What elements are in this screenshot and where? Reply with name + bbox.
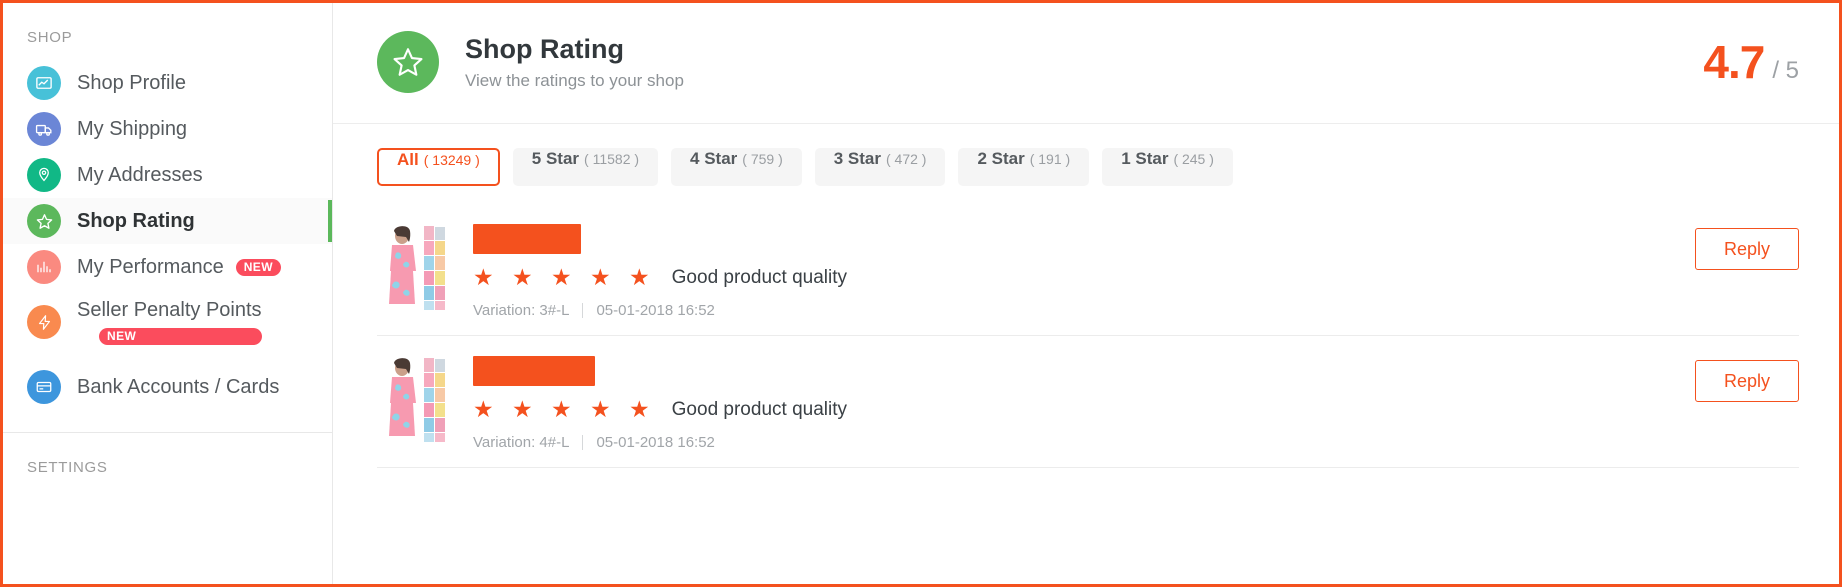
product-thumbnail[interactable] [377,354,451,442]
sidebar-item-seller-penalty-points[interactable]: Seller Penalty Points NEW [3,290,332,354]
sidebar-item-my-shipping[interactable]: My Shipping [3,106,332,152]
page-header: Shop Rating View the ratings to your sho… [333,3,1839,124]
sidebar-item-shop-profile[interactable]: Shop Profile [3,60,332,106]
filter-tab-4-star[interactable]: 4 Star ( 759 ) [671,148,802,186]
lightning-icon [27,305,61,339]
score-max: / 5 [1772,57,1799,84]
rating-filter-tabs: All ( 13249 ) 5 Star ( 11582 ) 4 Star ( … [333,124,1839,204]
review-variation: Variation: 4#-L [473,434,570,451]
review-body: ★ ★ ★ ★ ★ Good product quality Variation… [473,222,1671,319]
sidebar-item-label: Shop Profile [77,71,186,94]
credit-card-icon [27,370,61,404]
filter-tab-count: ( 472 ) [886,151,927,167]
star-rating-icons: ★ ★ ★ ★ ★ [473,264,656,290]
sidebar-item-my-performance[interactable]: My Performance NEW [3,244,332,290]
star-outline-icon [377,31,439,93]
filter-tab-label: 5 Star [531,149,580,168]
sidebar-item-bank-accounts-cards[interactable]: Bank Accounts / Cards [3,364,332,410]
sidebar-section-settings-label: SETTINGS [27,459,108,476]
filter-tab-label: 1 Star [1121,149,1169,168]
review-timestamp: 05-01-2018 16:52 [596,434,715,451]
review-meta: Variation: 4#-L 05-01-2018 16:52 [473,434,1671,451]
sidebar-item-label: Shop Rating [77,209,195,232]
filter-tab-count: ( 11582 ) [584,151,640,167]
review-row: ★ ★ ★ ★ ★ Good product quality Variation… [377,336,1799,468]
mail-chart-icon [27,66,61,100]
sidebar-item-label: My Addresses [77,163,203,186]
filter-tab-count: ( 191 ) [1029,151,1071,167]
page-title: Shop Rating [465,33,624,64]
truck-icon [27,112,61,146]
filter-tab-label: 3 Star [833,149,881,168]
filter-tab-count: ( 245 ) [1173,151,1214,167]
filter-tab-5-star[interactable]: 5 Star ( 11582 ) [512,148,659,186]
main-content: Shop Rating View the ratings to your sho… [333,3,1839,584]
review-comment: Good product quality [671,398,847,420]
sidebar-item-label: Seller Penalty Points [77,299,262,321]
sidebar-item-label: My Shipping [77,117,188,140]
meta-separator [582,303,584,318]
reply-button-wrap: Reply [1671,354,1799,402]
review-row: ★ ★ ★ ★ ★ Good product quality Variation… [377,204,1799,336]
sidebar-item-my-addresses[interactable]: My Addresses [3,152,332,198]
filter-tab-all[interactable]: All ( 13249 ) [377,148,500,186]
reviewer-name-redacted [473,224,581,254]
sidebar-item-shop-rating[interactable]: Shop Rating [3,198,332,244]
review-timestamp: 05-01-2018 16:52 [596,302,715,319]
filter-tab-3-star[interactable]: 3 Star ( 472 ) [814,148,946,186]
new-badge: NEW [235,258,281,276]
filter-tab-label: 2 Star [977,149,1025,168]
page-subtitle: View the ratings to your shop [465,71,684,91]
review-rating-line: ★ ★ ★ ★ ★ Good product quality [473,266,1671,289]
product-thumbnail[interactable] [377,222,451,310]
app-window: SHOP Shop Profile My Shipping My Address… [0,0,1842,587]
review-rating-line: ★ ★ ★ ★ ★ Good product quality [473,398,1671,421]
score-value: 4.7 [1703,36,1765,88]
new-badge: NEW [99,328,262,345]
review-meta: Variation: 3#-L 05-01-2018 16:52 [473,302,1671,319]
sidebar-item-label: Bank Accounts / Cards [77,375,280,398]
reviewer-name-redacted [473,356,595,386]
sidebar-section-shop-label: SHOP [27,29,73,46]
sidebar-item-label: My Performance [77,255,224,278]
review-comment: Good product quality [671,266,847,288]
meta-separator [582,435,584,450]
reply-button[interactable]: Reply [1695,228,1799,270]
filter-tab-label: 4 Star [690,149,738,168]
reply-button-wrap: Reply [1671,222,1799,270]
star-icon [27,204,61,238]
filter-tab-count: ( 13249 ) [423,152,480,168]
sidebar: SHOP Shop Profile My Shipping My Address… [3,3,333,584]
filter-tab-2-star[interactable]: 2 Star ( 191 ) [958,148,1090,186]
reply-button[interactable]: Reply [1695,360,1799,402]
shop-rating-score: 4.7 / 5 [1683,39,1799,85]
review-list: ★ ★ ★ ★ ★ Good product quality Variation… [333,204,1839,584]
filter-tab-1-star[interactable]: 1 Star ( 245 ) [1102,148,1233,186]
filter-tab-label: All [397,150,419,169]
map-pin-icon [27,158,61,192]
review-body: ★ ★ ★ ★ ★ Good product quality Variation… [473,354,1671,451]
review-variation: Variation: 3#-L [473,302,570,319]
star-rating-icons: ★ ★ ★ ★ ★ [473,396,656,422]
filter-tab-count: ( 759 ) [742,151,783,167]
bar-chart-icon [27,250,61,284]
